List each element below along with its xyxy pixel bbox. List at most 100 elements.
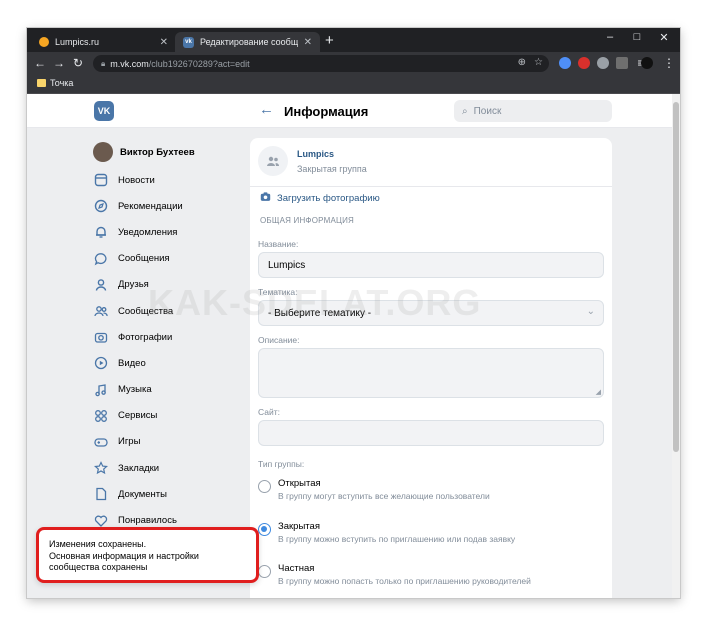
profile-avatar-icon[interactable] — [641, 57, 653, 69]
menu-item-news[interactable]: Новости — [93, 167, 233, 193]
tab-lumpics[interactable]: Lumpics.ru ✕ — [31, 32, 176, 52]
vk-page: VK ← Информация ⌕ Поиск Виктор Бухтеев Н… — [27, 94, 680, 598]
page-scrollbar[interactable] — [672, 94, 680, 598]
bookmark-tochka[interactable]: Точка — [50, 78, 73, 88]
newspaper-icon — [93, 172, 109, 188]
new-tab-button[interactable]: + — [325, 33, 334, 48]
search-input[interactable]: ⌕ Поиск — [454, 100, 612, 122]
chat-bubble-icon — [93, 251, 109, 267]
users-icon — [93, 303, 109, 319]
url-path: /club192670289?act=edit — [148, 58, 250, 69]
user-icon — [93, 277, 109, 293]
radio-button[interactable] — [258, 480, 271, 493]
menu-label: Уведомления — [118, 226, 178, 238]
forward-arrow-icon[interactable]: → — [52, 56, 66, 70]
menu-label: Закладки — [118, 462, 160, 474]
close-icon[interactable]: ✕ — [160, 37, 168, 48]
close-window-button[interactable]: ✕ — [654, 31, 674, 44]
camera-icon — [93, 329, 109, 345]
radio-desc: В группу можно попасть только по приглаш… — [278, 576, 531, 586]
profile-name: Виктор Бухтеев — [120, 146, 195, 158]
upload-photo-link[interactable]: Загрузить фотографию — [260, 191, 380, 205]
name-label: Название: — [258, 239, 299, 249]
menu-label: Сервисы — [118, 410, 158, 422]
minimize-button[interactable]: – — [600, 31, 620, 43]
site-field[interactable] — [258, 420, 604, 446]
extension-icon[interactable] — [616, 57, 628, 69]
radio-title: Частная — [278, 563, 315, 574]
name-field[interactable]: Lumpics — [258, 252, 604, 278]
page-title: Информация — [284, 104, 369, 119]
menu-label: Видео — [118, 357, 146, 369]
play-icon — [93, 355, 109, 371]
tab-vk-edit[interactable]: vk Редактирование сообщества Lu ✕ — [175, 32, 320, 52]
browser-toolbar: ← → ↻ 🔒︎ m.vk.com/club192670289?act=edit… — [27, 52, 680, 75]
menu-item-services[interactable]: Сервисы — [93, 403, 233, 429]
group-type-label: Тип группы: — [258, 459, 305, 469]
description-field[interactable]: ◢ — [258, 348, 604, 398]
radio-button[interactable] — [258, 565, 271, 578]
menu-item-recommendations[interactable]: Рекомендации — [93, 193, 233, 219]
radio-title: Закрытая — [278, 521, 320, 532]
left-menu: Виктор Бухтеев Новости Рекомендации Увед… — [93, 137, 233, 534]
group-type: Закрытая группа — [297, 164, 367, 174]
group-avatar-icon[interactable] — [258, 146, 288, 176]
radio-desc: В группу могут вступить все желающие пол… — [278, 491, 490, 501]
extension-icon[interactable] — [578, 57, 590, 69]
menu-item-music[interactable]: Музыка — [93, 377, 233, 403]
community-info-card: Lumpics Закрытая группа Загрузить фотогр… — [250, 138, 612, 598]
music-note-icon — [93, 382, 109, 398]
menu-label: Друзья — [118, 279, 149, 291]
reload-icon[interactable]: ↻ — [71, 56, 85, 70]
search-icon: ⌕ — [462, 105, 468, 117]
tab-title: Lumpics.ru — [55, 37, 100, 47]
back-arrow-icon[interactable]: ← — [33, 56, 47, 70]
back-arrow-icon[interactable]: ← — [259, 102, 274, 118]
extension-icon[interactable] — [559, 57, 571, 69]
radio-desc: В группу можно вступить по приглашению и… — [278, 534, 516, 544]
menu-item-games[interactable]: Игры — [93, 429, 233, 455]
resize-grip-icon[interactable]: ◢ — [596, 388, 601, 396]
description-label: Описание: — [258, 335, 300, 345]
kebab-menu-icon[interactable]: ⋮ — [662, 56, 676, 70]
scrollbar-thumb[interactable] — [673, 102, 679, 452]
menu-label: Документы — [118, 488, 167, 500]
tab-strip: Lumpics.ru ✕ vk Редактирование сообществ… — [27, 28, 680, 52]
menu-item-photos[interactable]: Фотографии — [93, 324, 233, 350]
section-title: ОБЩАЯ ИНФОРМАЦИЯ — [260, 216, 355, 225]
gamepad-icon — [93, 434, 109, 450]
address-bar[interactable]: 🔒︎ m.vk.com/club192670289?act=edit ⊕ ☆ — [93, 55, 549, 72]
maximize-button[interactable]: □ — [627, 31, 647, 43]
menu-item-documents[interactable]: Документы — [93, 481, 233, 507]
watermark-text: KAK-SDELAT.ORG — [148, 282, 482, 323]
target-icon[interactable]: ⊕ — [518, 57, 526, 68]
menu-item-notifications[interactable]: Уведомления — [93, 219, 233, 245]
star-icon — [93, 460, 109, 476]
group-name[interactable]: Lumpics — [297, 149, 334, 159]
extension-icon[interactable] — [597, 57, 609, 69]
vk-logo-icon[interactable]: VK — [94, 101, 114, 121]
folder-icon — [37, 79, 46, 87]
avatar — [93, 142, 113, 162]
divider — [250, 186, 612, 187]
chevron-down-icon: ⌄ — [586, 306, 595, 317]
menu-item-video[interactable]: Видео — [93, 350, 233, 376]
menu-item-messages[interactable]: Сообщения — [93, 246, 233, 272]
close-icon[interactable]: ✕ — [304, 37, 312, 48]
menu-label: Сообщения — [118, 253, 170, 265]
menu-item-bookmarks[interactable]: Закладки — [93, 455, 233, 481]
star-icon[interactable]: ☆ — [534, 57, 543, 68]
menu-profile[interactable]: Виктор Бухтеев — [93, 137, 233, 167]
search-placeholder: Поиск — [473, 105, 502, 117]
bookmarks-bar: Точка — [27, 75, 680, 94]
camera-icon — [260, 191, 271, 205]
document-icon — [93, 486, 109, 502]
orange-circle-icon — [39, 37, 49, 47]
name-value: Lumpics — [268, 259, 306, 271]
bell-icon — [93, 224, 109, 240]
menu-label: Игры — [118, 436, 141, 448]
vk-header: VK ← Информация ⌕ Поиск — [27, 94, 672, 128]
vk-icon: vk — [183, 36, 194, 48]
radio-button-checked[interactable] — [258, 523, 271, 536]
group-header: Lumpics Закрытая группа — [258, 146, 604, 182]
